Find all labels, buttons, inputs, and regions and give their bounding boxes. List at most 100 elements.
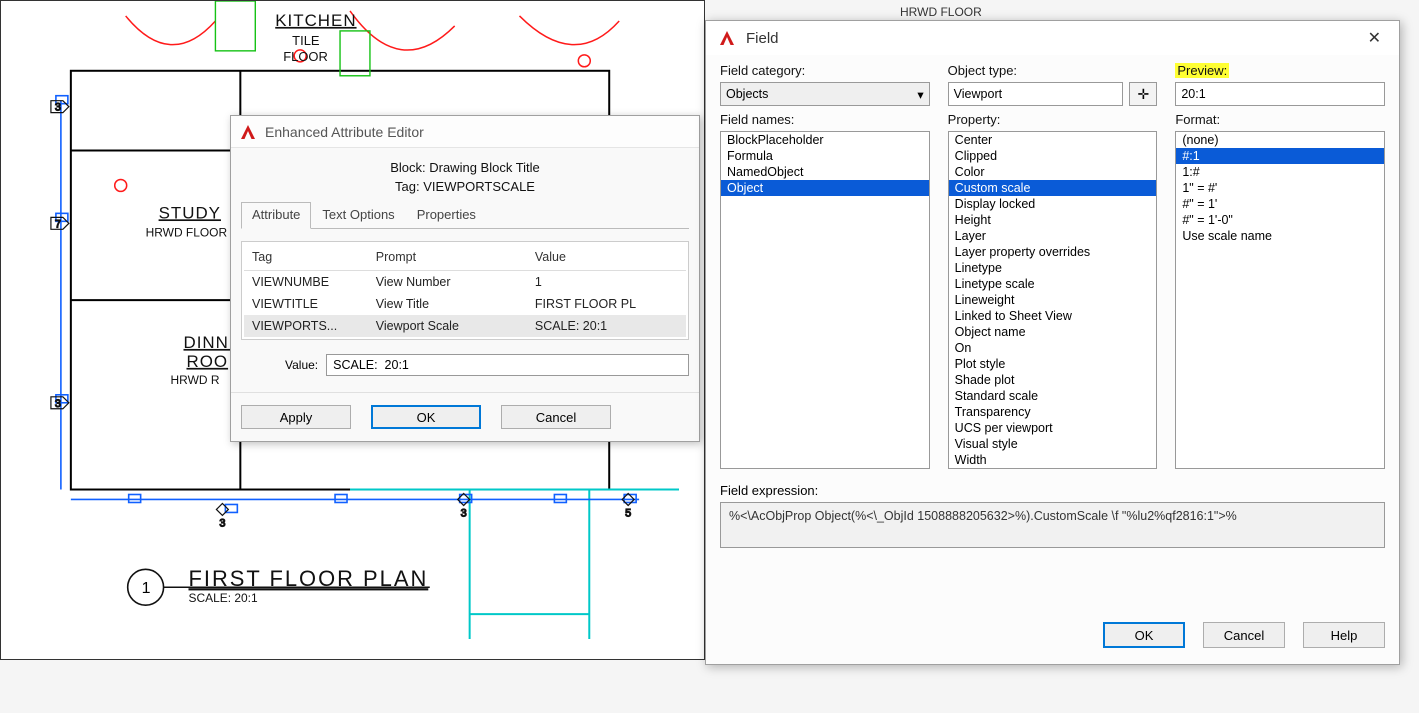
cell: View Title bbox=[368, 293, 527, 315]
field-names-label: Field names: bbox=[720, 112, 930, 127]
format-list[interactable]: (none)#:11:#1" = #'#" = 1'#" = 1'-0"Use … bbox=[1175, 131, 1385, 469]
list-item[interactable]: Layer property overrides bbox=[949, 244, 1157, 260]
list-item[interactable]: Lineweight bbox=[949, 292, 1157, 308]
plan-scale: SCALE: 20:1 bbox=[188, 591, 257, 605]
object-type-field[interactable]: Viewport bbox=[948, 82, 1124, 106]
list-item[interactable]: 1:# bbox=[1176, 164, 1384, 180]
value-label: Value: bbox=[285, 358, 318, 372]
block-value: Drawing Block Title bbox=[429, 160, 540, 175]
cell: VIEWTITLE bbox=[244, 293, 368, 315]
list-item[interactable]: (none) bbox=[1176, 132, 1384, 148]
property-list[interactable]: CenterClippedColorCustom scaleDisplay lo… bbox=[948, 131, 1158, 469]
crosshair-icon: ✛ bbox=[1137, 86, 1149, 103]
kitchen-label: KITCHEN bbox=[275, 11, 356, 30]
field-category-label: Field category: bbox=[720, 63, 930, 78]
table-row[interactable]: VIEWNUMBE View Number 1 bbox=[244, 271, 686, 294]
list-item[interactable]: #" = 1' bbox=[1176, 196, 1384, 212]
list-item[interactable]: Use scale name bbox=[1176, 228, 1384, 244]
cell: SCALE: 20:1 bbox=[527, 315, 686, 337]
autocad-logo-icon bbox=[718, 29, 736, 47]
list-item[interactable]: Object bbox=[721, 180, 929, 196]
tag-value: VIEWPORTSCALE bbox=[423, 179, 535, 194]
pick-object-button[interactable]: ✛ bbox=[1129, 82, 1157, 106]
field-expression-label: Field expression: bbox=[720, 483, 1385, 498]
list-item[interactable]: On bbox=[949, 340, 1157, 356]
field-category-value: Objects bbox=[726, 87, 768, 101]
field-help-button[interactable]: Help bbox=[1303, 622, 1385, 648]
block-label: Block: bbox=[390, 160, 425, 175]
list-item[interactable]: Linetype scale bbox=[949, 276, 1157, 292]
field-dialog-title: Field bbox=[746, 30, 779, 47]
tab-properties[interactable]: Properties bbox=[406, 202, 487, 229]
cell: 1 bbox=[527, 271, 686, 294]
list-item[interactable]: UCS per viewport bbox=[949, 420, 1157, 436]
tag-label: Tag: bbox=[395, 179, 420, 194]
kitchen-sub1: TILE bbox=[292, 33, 320, 48]
study-sub: HRWD FLOOR bbox=[146, 225, 228, 239]
field-names-list[interactable]: BlockPlaceholderFormulaNamedObjectObject bbox=[720, 131, 930, 469]
svg-text:3: 3 bbox=[55, 102, 61, 114]
list-item[interactable]: Plot style bbox=[949, 356, 1157, 372]
table-row[interactable]: VIEWTITLE View Title FIRST FLOOR PL bbox=[244, 293, 686, 315]
cell: View Number bbox=[368, 271, 527, 294]
list-item[interactable]: #:1 bbox=[1176, 148, 1384, 164]
list-item[interactable]: Formula bbox=[721, 148, 929, 164]
tab-attribute[interactable]: Attribute bbox=[241, 202, 311, 229]
preview-label: Preview: bbox=[1175, 63, 1229, 78]
field-expression-box: %<\AcObjProp Object(%<\_ObjId 1508888205… bbox=[720, 502, 1385, 548]
field-dialog: Field ✕ Field category: Objects ▾ Field … bbox=[705, 20, 1400, 665]
cell: VIEWNUMBE bbox=[244, 271, 368, 294]
list-item[interactable]: Width bbox=[949, 452, 1157, 468]
list-item[interactable]: Shade plot bbox=[949, 372, 1157, 388]
cell: Viewport Scale bbox=[368, 315, 527, 337]
close-icon[interactable]: ✕ bbox=[1362, 26, 1387, 50]
field-ok-button[interactable]: OK bbox=[1103, 622, 1185, 648]
object-type-label: Object type: bbox=[948, 63, 1158, 78]
field-category-select[interactable]: Objects ▾ bbox=[720, 82, 930, 106]
plan-number: 1 bbox=[142, 580, 151, 597]
table-row-selected[interactable]: VIEWPORTS... Viewport Scale SCALE: 20:1 bbox=[244, 315, 686, 337]
list-item[interactable]: BlockPlaceholder bbox=[721, 132, 929, 148]
list-item[interactable]: NamedObject bbox=[721, 164, 929, 180]
ok-button[interactable]: OK bbox=[371, 405, 481, 429]
cell: FIRST FLOOR PL bbox=[527, 293, 686, 315]
list-item[interactable]: #" = 1'-0" bbox=[1176, 212, 1384, 228]
list-item[interactable]: Height bbox=[949, 212, 1157, 228]
dining-label2: ROO bbox=[187, 352, 229, 371]
list-item[interactable]: Linked to Sheet View bbox=[949, 308, 1157, 324]
attr-editor-titlebar[interactable]: Enhanced Attribute Editor bbox=[231, 116, 699, 148]
attribute-table[interactable]: Tag Prompt Value VIEWNUMBE View Number 1… bbox=[241, 241, 689, 340]
kitchen-sub2: FLOOR bbox=[283, 49, 328, 64]
list-item[interactable]: Center bbox=[949, 132, 1157, 148]
cell: VIEWPORTS... bbox=[244, 315, 368, 337]
th-tag: Tag bbox=[244, 244, 368, 271]
svg-text:3: 3 bbox=[461, 507, 467, 519]
attr-editor-tabs: Attribute Text Options Properties bbox=[241, 202, 689, 229]
field-cancel-button[interactable]: Cancel bbox=[1203, 622, 1285, 648]
list-item[interactable]: Visual style bbox=[949, 436, 1157, 452]
cancel-button[interactable]: Cancel bbox=[501, 405, 611, 429]
dining-sub: HRWD R bbox=[171, 373, 220, 387]
list-item[interactable]: Object name bbox=[949, 324, 1157, 340]
list-item[interactable]: Layer bbox=[949, 228, 1157, 244]
list-item[interactable]: Color bbox=[949, 164, 1157, 180]
enhanced-attribute-editor-dialog: Enhanced Attribute Editor Block: Drawing… bbox=[230, 115, 700, 442]
apply-button[interactable]: Apply bbox=[241, 405, 351, 429]
chevron-down-icon: ▾ bbox=[917, 87, 923, 102]
study-label: STUDY bbox=[159, 203, 221, 222]
tab-text-options[interactable]: Text Options bbox=[311, 202, 405, 229]
list-item[interactable]: Clipped bbox=[949, 148, 1157, 164]
list-item[interactable]: Linetype bbox=[949, 260, 1157, 276]
field-titlebar[interactable]: Field ✕ bbox=[706, 21, 1399, 55]
list-item[interactable]: Custom scale bbox=[949, 180, 1157, 196]
list-item[interactable]: Standard scale bbox=[949, 388, 1157, 404]
list-item[interactable]: Display locked bbox=[949, 196, 1157, 212]
th-prompt: Prompt bbox=[368, 244, 527, 271]
attr-editor-title: Enhanced Attribute Editor bbox=[265, 124, 424, 140]
list-item[interactable]: 1" = #' bbox=[1176, 180, 1384, 196]
th-value: Value bbox=[527, 244, 686, 271]
preview-field[interactable]: 20:1 bbox=[1175, 82, 1385, 106]
hrwd-floor-text: HRWD FLOOR bbox=[900, 5, 982, 19]
value-input[interactable] bbox=[326, 354, 689, 376]
list-item[interactable]: Transparency bbox=[949, 404, 1157, 420]
